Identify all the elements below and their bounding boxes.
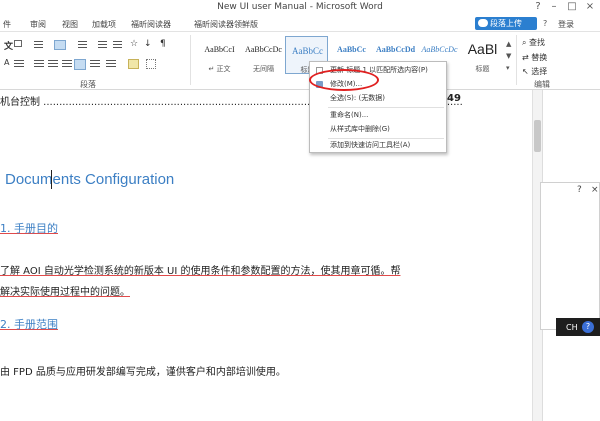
borders-icon[interactable]	[146, 59, 156, 69]
ribbon: 文 ☆ ↓ ¶ A 段落 AaBbCcI ↵ 正文 AaBbCcDc 无间隔 A…	[0, 32, 600, 90]
help-icon[interactable]: ?	[543, 19, 547, 28]
menu-item-label: 添加到快速访问工具栏(A)	[330, 141, 411, 149]
paragraph-line[interactable]: 由 FPD 品质与应用研发部编写完成，谨供客户和内部培训使用。	[0, 363, 286, 378]
edit-group-label: 编辑	[534, 80, 550, 89]
tab-file[interactable]: 件	[3, 19, 11, 30]
style-sample: AaBbCc	[337, 45, 366, 54]
border-text-icon[interactable]	[14, 40, 22, 47]
menu-item-label: 从样式库中删除(G)	[330, 125, 390, 133]
style-sample: AaBbCcDd	[375, 45, 416, 54]
document-page[interactable]: 机台控制 ...................................…	[0, 90, 600, 421]
align-center-icon[interactable]	[48, 60, 58, 69]
char-shading-icon[interactable]: A	[4, 58, 14, 67]
upload-button-label: 段落上传	[490, 19, 522, 28]
style-normal[interactable]: AaBbCcI ↵ 正文	[198, 36, 241, 74]
select-icon: ↖	[522, 67, 532, 76]
justify-icon[interactable]	[74, 59, 86, 70]
style-no-spacing[interactable]: AaBbCcDc 无间隔	[242, 36, 285, 74]
minimize-button[interactable]: –	[548, 1, 560, 12]
tab-foxit-reader-preview[interactable]: 福昕阅读器领鲜版	[194, 19, 258, 30]
dialog-close-button[interactable]: ×	[591, 185, 599, 195]
help-window-button[interactable]: ?	[532, 1, 544, 12]
toc-entry-text: 机台控制	[0, 97, 40, 108]
paragraph-line[interactable]: 了解 AOI 自动光学检测系统的新版本 UI 的使用条件和参数配置的方法，使其用…	[0, 262, 400, 277]
find-icon: ⌕	[522, 38, 530, 47]
text-cursor	[51, 170, 52, 189]
document-heading[interactable]: Documents Configuration	[5, 171, 174, 188]
distributed-icon[interactable]	[90, 60, 100, 69]
show-marks-icon[interactable]: ¶	[160, 39, 170, 49]
language-help-icon[interactable]: ?	[582, 321, 594, 333]
language-indicator[interactable]: CH	[566, 323, 578, 332]
menu-separator	[328, 107, 444, 108]
upload-button[interactable]: 段落上传	[475, 17, 537, 30]
line-spacing-icon[interactable]	[106, 60, 116, 69]
section-heading[interactable]: 2. 手册范围	[0, 316, 58, 332]
select-label: 选择	[531, 67, 548, 76]
multilevel-list-icon[interactable]	[78, 41, 87, 50]
replace-icon: ⇄	[522, 53, 532, 62]
gallery-more-icon[interactable]: ▾	[506, 64, 516, 73]
decrease-indent-icon[interactable]	[98, 41, 107, 50]
style-caption: 无间隔	[253, 65, 274, 73]
window-title: New UI user Manual - Microsoft Word	[217, 2, 383, 12]
login-link[interactable]: 登录	[558, 19, 574, 30]
scroll-thumb[interactable]	[534, 120, 541, 152]
menu-item-label: 重命名(N)...	[330, 111, 369, 119]
style-sample: AaBbCcI	[204, 45, 235, 54]
language-bar[interactable]: CH ?	[556, 318, 600, 336]
close-button[interactable]: ×	[584, 1, 596, 12]
shading-icon[interactable]	[128, 59, 139, 69]
menu-item-select-all[interactable]: 全选(S): (无数据)	[310, 92, 446, 105]
find-label: 查找	[529, 38, 546, 47]
char-border-icon[interactable]	[14, 60, 24, 69]
numbering-icon[interactable]	[54, 40, 66, 50]
tab-view[interactable]: 视图	[62, 19, 78, 30]
ribbon-tab-bar: 件 审阅 视图 加载项 福昕阅读器 福昕阅读器领鲜版 段落上传 ? 登录	[0, 15, 600, 32]
find-button[interactable]: ⌕ 查找	[522, 37, 545, 48]
paragraph-line[interactable]: 解决实际使用过程中的问题。	[0, 283, 130, 298]
style-caption: ↵ 正文	[208, 65, 231, 73]
style-sample: AaBbCcDc	[245, 45, 282, 54]
align-right-icon[interactable]	[62, 60, 72, 69]
align-left-icon[interactable]	[34, 60, 44, 69]
toc-page-number: 49	[447, 93, 461, 104]
select-button[interactable]: ↖ 选择	[522, 66, 547, 77]
menu-item-rename[interactable]: 重命名(N)...	[310, 109, 446, 122]
gallery-down-icon[interactable]: ▼	[506, 52, 516, 61]
style-sample: AaBbCcDc	[421, 45, 458, 54]
side-dialog: ? ×	[540, 182, 600, 330]
tab-addins[interactable]: 加载项	[92, 19, 116, 30]
ribbon-separator	[190, 35, 191, 85]
replace-button[interactable]: ⇄ 替换	[522, 52, 547, 63]
menu-item-label: 全选(S): (无数据)	[330, 94, 385, 102]
style-sample: AaBbCc	[292, 46, 323, 56]
replace-label: 替换	[531, 53, 548, 62]
tab-review[interactable]: 审阅	[30, 19, 46, 30]
style-sample: AaBl	[467, 41, 498, 57]
font-case-icon[interactable]: 文	[4, 39, 14, 52]
sort-icon[interactable]: ↓	[144, 39, 154, 49]
style-caption: 标题	[475, 65, 490, 73]
style-title[interactable]: AaBl 标题	[461, 36, 504, 74]
title-bar: New UI user Manual - Microsoft Word ? – …	[0, 0, 600, 15]
ribbon-separator	[516, 35, 517, 85]
annotation-circle	[309, 69, 379, 91]
chinese-layout-icon[interactable]: ☆	[130, 39, 140, 49]
menu-item-add-to-quick-access[interactable]: 添加到快速访问工具栏(A)	[310, 139, 446, 152]
gallery-up-icon[interactable]: ▲	[506, 40, 516, 49]
cloud-icon	[478, 19, 488, 27]
maximize-button[interactable]: □	[566, 1, 578, 12]
dialog-help-button[interactable]: ?	[577, 185, 582, 195]
menu-item-remove-from-gallery[interactable]: 从样式库中删除(G)	[310, 123, 446, 136]
paragraph-group-label: 段落	[80, 80, 96, 89]
bullets-icon[interactable]	[34, 41, 43, 50]
section-heading[interactable]: 1. 手册目的	[0, 220, 58, 236]
tab-foxit-reader[interactable]: 福昕阅读器	[131, 19, 171, 30]
increase-indent-icon[interactable]	[113, 41, 122, 50]
